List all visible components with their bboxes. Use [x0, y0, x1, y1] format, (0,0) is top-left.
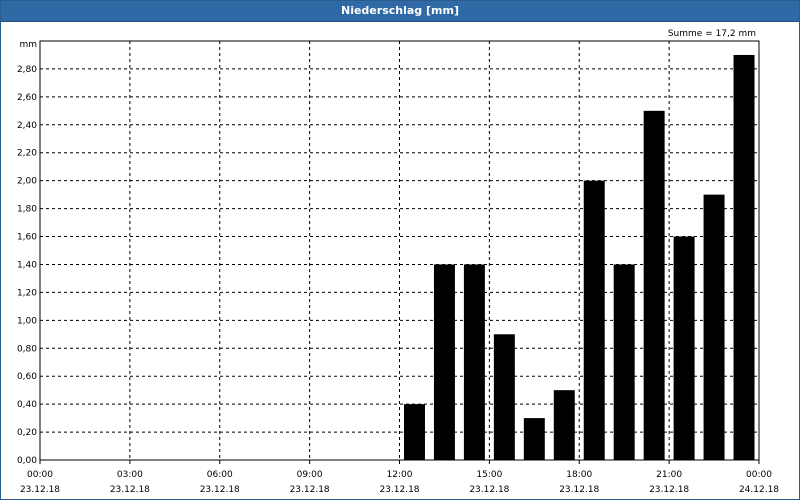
x-tick-date-label: 23.12.18	[290, 485, 330, 495]
x-tick-time-label: 00:00	[27, 470, 53, 480]
bar	[643, 110, 665, 460]
x-tick-time-label: 12:00	[387, 470, 413, 480]
bar	[703, 194, 725, 460]
bar	[523, 418, 545, 460]
bar	[433, 264, 455, 460]
y-tick-label: 1,80	[17, 205, 37, 215]
y-tick-label: 0,40	[17, 400, 37, 410]
chart-window: Niederschlag [mm] 0,00 0,20 0,40 0,60 0,80 1,…	[0, 0, 800, 500]
y-tick-label: 0,20	[17, 428, 37, 438]
y-tick-label: 0,00	[17, 456, 37, 466]
y-tick-label: 2,40	[17, 121, 37, 131]
y-axis-label: mm	[19, 40, 37, 50]
x-tick-time-label: 09:00	[297, 470, 323, 480]
y-tick-label: 1,60	[17, 233, 37, 243]
bar	[673, 236, 695, 460]
bar	[733, 54, 755, 460]
x-tick-date-label: 23.12.18	[649, 485, 689, 495]
precipitation-chart: 0,00 0,20 0,40 0,60 0,80 1,00 1,20 1,40 1,60 1,80…	[17, 29, 779, 495]
x-tick-time-label: 06:00	[207, 470, 233, 480]
bar	[463, 264, 485, 460]
y-tick-label: 0,60	[17, 372, 37, 382]
x-tick-date-label: 23.12.18	[379, 485, 419, 495]
y-tick-label: 2,80	[17, 65, 37, 75]
window-title: Niederschlag [mm]	[1, 1, 799, 22]
bar	[583, 180, 605, 460]
y-tick-label: 2,00	[17, 177, 37, 187]
x-tick-time-label: 21:00	[656, 470, 682, 480]
bar	[553, 390, 575, 460]
x-tick-time-label: 18:00	[566, 470, 592, 480]
x-tick-date-label: 23.12.18	[559, 485, 599, 495]
y-tick-label: 2,60	[17, 93, 37, 103]
y-tick-label: 1,00	[17, 316, 37, 326]
x-tick-date-label: 23.12.18	[110, 485, 150, 495]
x-tick-date-label: 24.12.18	[739, 485, 779, 495]
y-tick-label: 1,20	[17, 288, 37, 298]
y-tick-label: 1,40	[17, 260, 37, 270]
y-tick-label: 2,20	[17, 149, 37, 159]
x-tick-date-label: 23.12.18	[469, 485, 509, 495]
bar	[403, 404, 425, 460]
x-tick-time-label: 15:00	[476, 470, 502, 480]
x-tick-time-label: 00:00	[746, 470, 772, 480]
bar	[613, 264, 635, 460]
x-tick-date-label: 23.12.18	[200, 485, 240, 495]
y-tick-label: 0,80	[17, 344, 37, 354]
x-tick-time-label: 03:00	[117, 470, 143, 480]
x-tick-date-label: 23.12.18	[20, 485, 60, 495]
sum-annotation: Summe = 17,2 mm	[668, 29, 756, 39]
bar	[493, 334, 515, 460]
